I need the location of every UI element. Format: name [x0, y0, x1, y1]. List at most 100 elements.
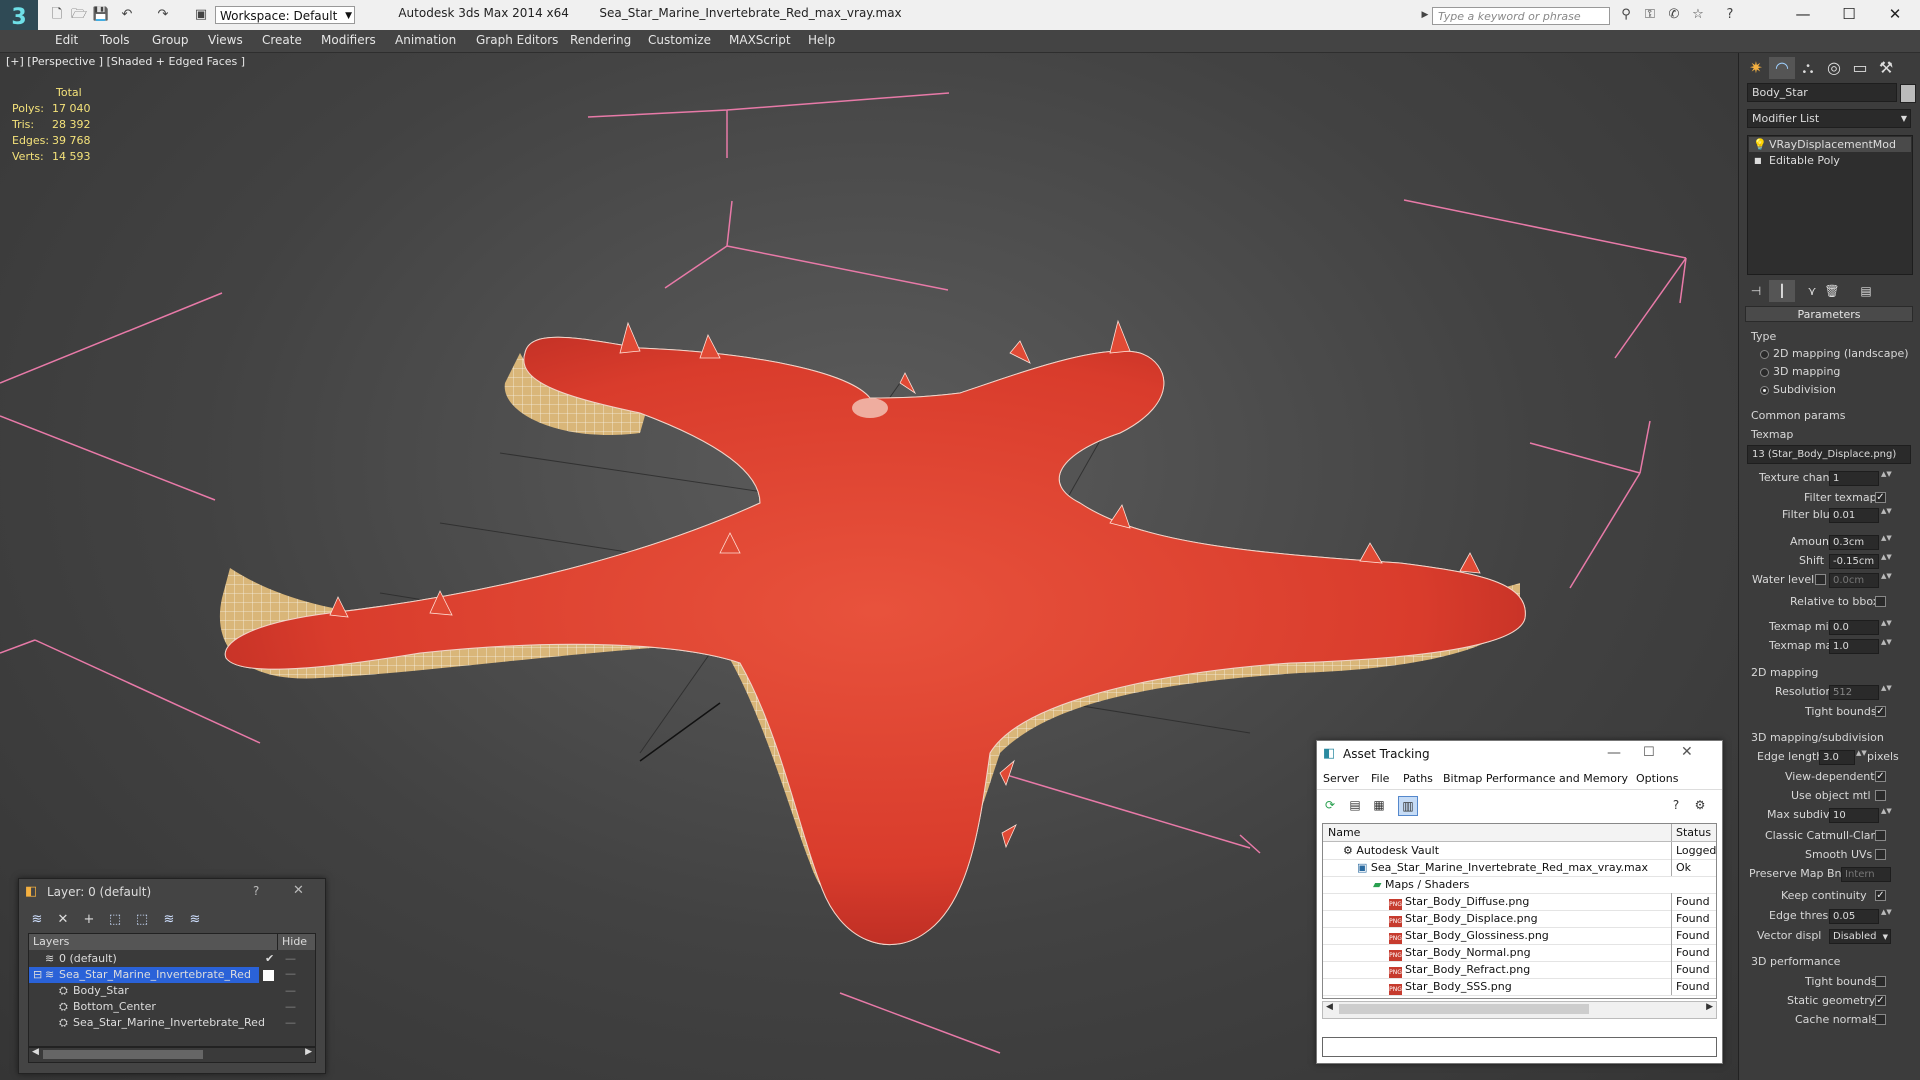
menu-tools[interactable]: Tools [100, 33, 130, 47]
table-row[interactable]: PNG Star_Body_Normal.png Found [1323, 944, 1716, 962]
menu-graph-editors[interactable]: Graph Editors [476, 33, 558, 47]
texmap-button[interactable]: 13 (Star_Body_Displace.png) [1747, 445, 1911, 464]
pin-stack-icon[interactable]: ⊣ [1743, 280, 1769, 302]
select-objects-icon[interactable]: ⬚ [105, 911, 125, 929]
asset-menu-bitmap-performance[interactable]: Bitmap Performance and Memory [1443, 772, 1628, 785]
refresh-icon[interactable]: ⟳ [1321, 796, 1339, 814]
asset-menu-file[interactable]: File [1371, 772, 1389, 785]
communication-icon[interactable]: ✆ [1665, 6, 1683, 24]
hide-all-icon[interactable]: ≋ [159, 911, 179, 929]
menu-views[interactable]: Views [208, 33, 243, 47]
table-row[interactable]: PNG Star_Body_Refract.png Found [1323, 961, 1716, 979]
highlight-layer-icon[interactable]: ⬚ [132, 911, 152, 929]
utilities-tab-icon[interactable]: ⚒ [1873, 57, 1899, 79]
modify-tab-icon[interactable]: ◠ [1769, 57, 1795, 79]
asset-menu-paths[interactable]: Paths [1403, 772, 1433, 785]
delete-layer-icon[interactable]: ✕ [53, 911, 73, 929]
hide-toggle[interactable]: — [285, 999, 296, 1015]
stack-item-vraydisplacementmod[interactable]: 💡 VRayDisplacementMod [1749, 137, 1911, 152]
spinner-arrows-icon[interactable]: ▲▼ [1881, 573, 1892, 588]
minimize-icon[interactable]: — [1607, 745, 1621, 761]
layer-current-checkbox[interactable] [263, 970, 274, 981]
hide-toggle[interactable]: — [285, 1015, 296, 1031]
menu-create[interactable]: Create [262, 33, 302, 47]
grid-view-icon[interactable]: ▥ [1398, 796, 1418, 816]
amount-spinner[interactable]: 0.3cm [1829, 535, 1879, 550]
asset-menu-server[interactable]: Server [1323, 772, 1359, 785]
list-view-icon[interactable]: ▤ [1346, 796, 1364, 814]
resolution-spinner[interactable]: 512 [1829, 685, 1879, 700]
show-end-result-icon[interactable]: ┃ [1769, 280, 1795, 302]
table-row[interactable]: ⚙ Autodesk VaultLogged O [1323, 842, 1716, 860]
create-tab-icon[interactable]: ✷ [1743, 57, 1769, 79]
preserve-map-bnd-dropdown[interactable]: Intern [1841, 867, 1891, 882]
menu-edit[interactable]: Edit [55, 33, 78, 47]
max-subdivs-spinner[interactable]: 10 [1829, 808, 1879, 823]
table-row[interactable]: PNG Star_Body_Glossiness.png Found [1323, 927, 1716, 945]
hide-toggle[interactable]: — [285, 951, 296, 967]
static-geometry-checkbox[interactable]: ✓ [1875, 995, 1886, 1006]
scrollbar-thumb[interactable] [1339, 1004, 1589, 1014]
spinner-arrows-icon[interactable]: ▲▼ [1881, 554, 1892, 569]
cache-normals-checkbox[interactable] [1875, 1014, 1886, 1025]
scroll-left-icon[interactable]: ◀ [1326, 1002, 1333, 1012]
freeze-all-icon[interactable]: ≋ [185, 911, 205, 929]
spinner-arrows-icon[interactable]: ▲▼ [1881, 508, 1892, 523]
scroll-left-icon[interactable]: ◀ [32, 1047, 39, 1057]
spinner-arrows-icon[interactable]: ▲▼ [1881, 909, 1892, 924]
edge-thresh-spinner[interactable]: 0.05 [1829, 909, 1879, 924]
active-layer-check-icon[interactable]: ✔ [265, 951, 274, 967]
configure-sets-icon[interactable]: ▤ [1853, 280, 1879, 302]
water-level-checkbox[interactable] [1815, 574, 1826, 585]
spinner-arrows-icon[interactable]: ▲▼ [1881, 808, 1892, 823]
minimize-icon[interactable]: — [1780, 2, 1826, 26]
stack-item-editable-poly[interactable]: ■ Editable Poly [1749, 153, 1911, 168]
scroll-right-icon[interactable]: ▶ [1706, 1002, 1713, 1012]
close-icon[interactable]: ✕ [293, 883, 304, 898]
spinner-arrows-icon[interactable]: ▲▼ [1881, 685, 1892, 700]
display-tab-icon[interactable]: ▭ [1847, 57, 1873, 79]
radio-subdivision[interactable] [1760, 386, 1769, 395]
layer-horizontal-scrollbar[interactable]: ◀ ▶ [28, 1047, 316, 1063]
create-layer-icon[interactable]: ≋ [27, 911, 47, 929]
menu-help[interactable]: Help [808, 33, 835, 47]
asset-menu-options[interactable]: Options [1636, 772, 1678, 785]
object-name-field[interactable]: Body_Star [1747, 83, 1897, 102]
use-object-mtl-checkbox[interactable] [1875, 790, 1886, 801]
asset-status-field[interactable] [1322, 1037, 1717, 1057]
filter-texmap-checkbox[interactable]: ✓ [1875, 492, 1886, 503]
relative-bbox-checkbox[interactable] [1875, 596, 1886, 607]
table-row[interactable]: PNG Star_Body_Diffuse.png Found [1323, 893, 1716, 911]
scroll-right-icon[interactable]: ▶ [305, 1047, 312, 1057]
layer-row-sea-star[interactable]: ⊟ ≋ Sea_Star_Marine_Invertebrate_Red [29, 967, 259, 983]
remove-modifier-icon[interactable]: 🗑 [1819, 280, 1845, 302]
water-level-spinner[interactable]: 0.0cm [1829, 573, 1879, 588]
search-input[interactable]: Type a keyword or phrase [1432, 7, 1610, 25]
smooth-uvs-checkbox[interactable] [1875, 849, 1886, 860]
texmap-max-spinner[interactable]: 1.0 [1829, 639, 1879, 654]
texture-chan-spinner[interactable]: 1 [1829, 471, 1879, 486]
menu-customize[interactable]: Customize [648, 33, 711, 47]
hide-toggle[interactable]: — [285, 983, 296, 999]
radio-3d-mapping[interactable] [1760, 368, 1769, 377]
layer-row-default[interactable]: ≋ 0 (default) ✔ — [29, 951, 315, 967]
layer-row-body-star[interactable]: ⛭ Body_Star — [29, 983, 315, 999]
help-button[interactable]: ? [253, 884, 259, 898]
scrollbar-thumb[interactable] [43, 1050, 203, 1059]
menu-animation[interactable]: Animation [395, 33, 456, 47]
settings-icon[interactable]: ⚙ [1691, 796, 1709, 814]
help-icon[interactable]: ? [1721, 6, 1739, 24]
radio-2d-mapping[interactable] [1760, 350, 1769, 359]
layer-row-sea-star-object[interactable]: ⛭ Sea_Star_Marine_Invertebrate_Red — [29, 1015, 315, 1031]
spinner-arrows-icon[interactable]: ▲▼ [1881, 471, 1892, 486]
help-icon[interactable]: ? [1667, 796, 1685, 814]
table-row[interactable]: PNG Star_Body_SSS.png Found [1323, 978, 1716, 996]
filter-blur-spinner[interactable]: 0.01 [1829, 508, 1879, 523]
expand-plus-icon[interactable]: ■ [1754, 153, 1762, 168]
table-view-icon[interactable]: ▦ [1370, 796, 1388, 814]
close-icon[interactable]: ✕ [1872, 2, 1918, 26]
subscription-icon[interactable]: ⚿ [1641, 6, 1659, 24]
motion-tab-icon[interactable]: ◎ [1821, 57, 1847, 79]
lightbulb-icon[interactable]: 💡 [1753, 137, 1767, 152]
spinner-arrows-icon[interactable]: ▲▼ [1881, 639, 1892, 654]
